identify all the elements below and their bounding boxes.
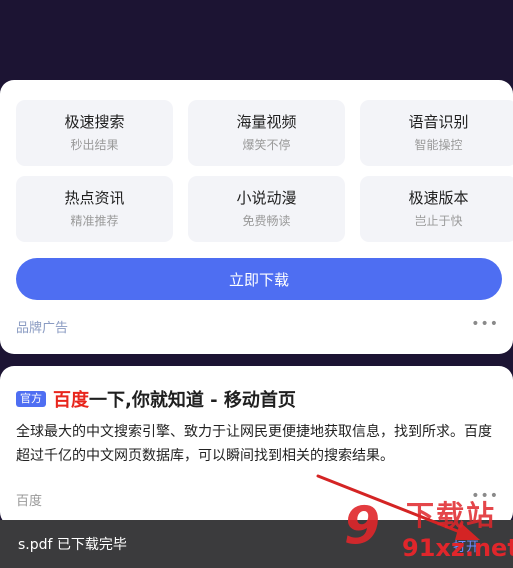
top-background — [0, 0, 513, 80]
feature-subtitle: 爆笑不停 — [242, 138, 291, 152]
feature-lite[interactable]: 极速版本 岂止于快 — [360, 176, 513, 242]
feature-title: 小说动漫 — [236, 189, 297, 207]
more-options-icon[interactable]: ••• — [471, 316, 499, 332]
watermark-top-text: 下载站 — [406, 499, 497, 532]
feature-subtitle: 免费畅读 — [242, 214, 291, 228]
watermark: 9 下载站 91xz.net — [340, 490, 513, 568]
feature-novel[interactable]: 小说动漫 免费畅读 — [188, 176, 345, 242]
feature-title: 语音识别 — [408, 113, 469, 131]
toast-message: s.pdf 已下载完毕 — [18, 537, 127, 553]
feature-subtitle: 智能操控 — [414, 138, 463, 152]
feature-subtitle: 精准推荐 — [70, 214, 119, 228]
official-badge: 官方 — [16, 391, 46, 407]
result-title-text: 一下,你就知道 - 移动首页 — [89, 390, 296, 411]
feature-subtitle: 秒出结果 — [70, 138, 119, 152]
result-source: 百度 — [16, 494, 43, 509]
feature-title: 海量视频 — [236, 113, 297, 131]
feature-title: 热点资讯 — [64, 189, 125, 207]
feature-grid: 极速搜索 秒出结果 海量视频 爆笑不停 语音识别 智能操控 热点资讯 精准推荐 … — [16, 100, 513, 242]
watermark-logo: 9 — [344, 496, 381, 556]
brand-ad-label: 品牌广告 — [16, 321, 69, 336]
feature-video[interactable]: 海量视频 爆笑不停 — [188, 100, 345, 166]
watermark-domain: 91xz.net — [402, 534, 513, 562]
feature-subtitle: 岂止于快 — [414, 214, 463, 228]
result-title-highlight: 百度 — [53, 390, 89, 411]
result-title[interactable]: 百度一下,你就知道 - 移动首页 — [53, 386, 296, 412]
result-description: 全球最大的中文搜索引擎、致力于让网民更便捷地获取信息，找到所求。百度超过千亿的中… — [16, 424, 492, 464]
feature-news[interactable]: 热点资讯 精准推荐 — [16, 176, 173, 242]
download-now-button[interactable]: 立即下载 — [16, 258, 502, 300]
feature-title: 极速版本 — [408, 189, 469, 207]
feature-fast-search[interactable]: 极速搜索 秒出结果 — [16, 100, 173, 166]
result-title-row[interactable]: 官方 百度一下,你就知道 - 移动首页 — [16, 386, 296, 412]
ad-card: 极速搜索 秒出结果 海量视频 爆笑不停 语音识别 智能操控 热点资讯 精准推荐 … — [0, 80, 513, 354]
feature-title: 极速搜索 — [64, 113, 125, 131]
feature-voice[interactable]: 语音识别 智能操控 — [360, 100, 513, 166]
